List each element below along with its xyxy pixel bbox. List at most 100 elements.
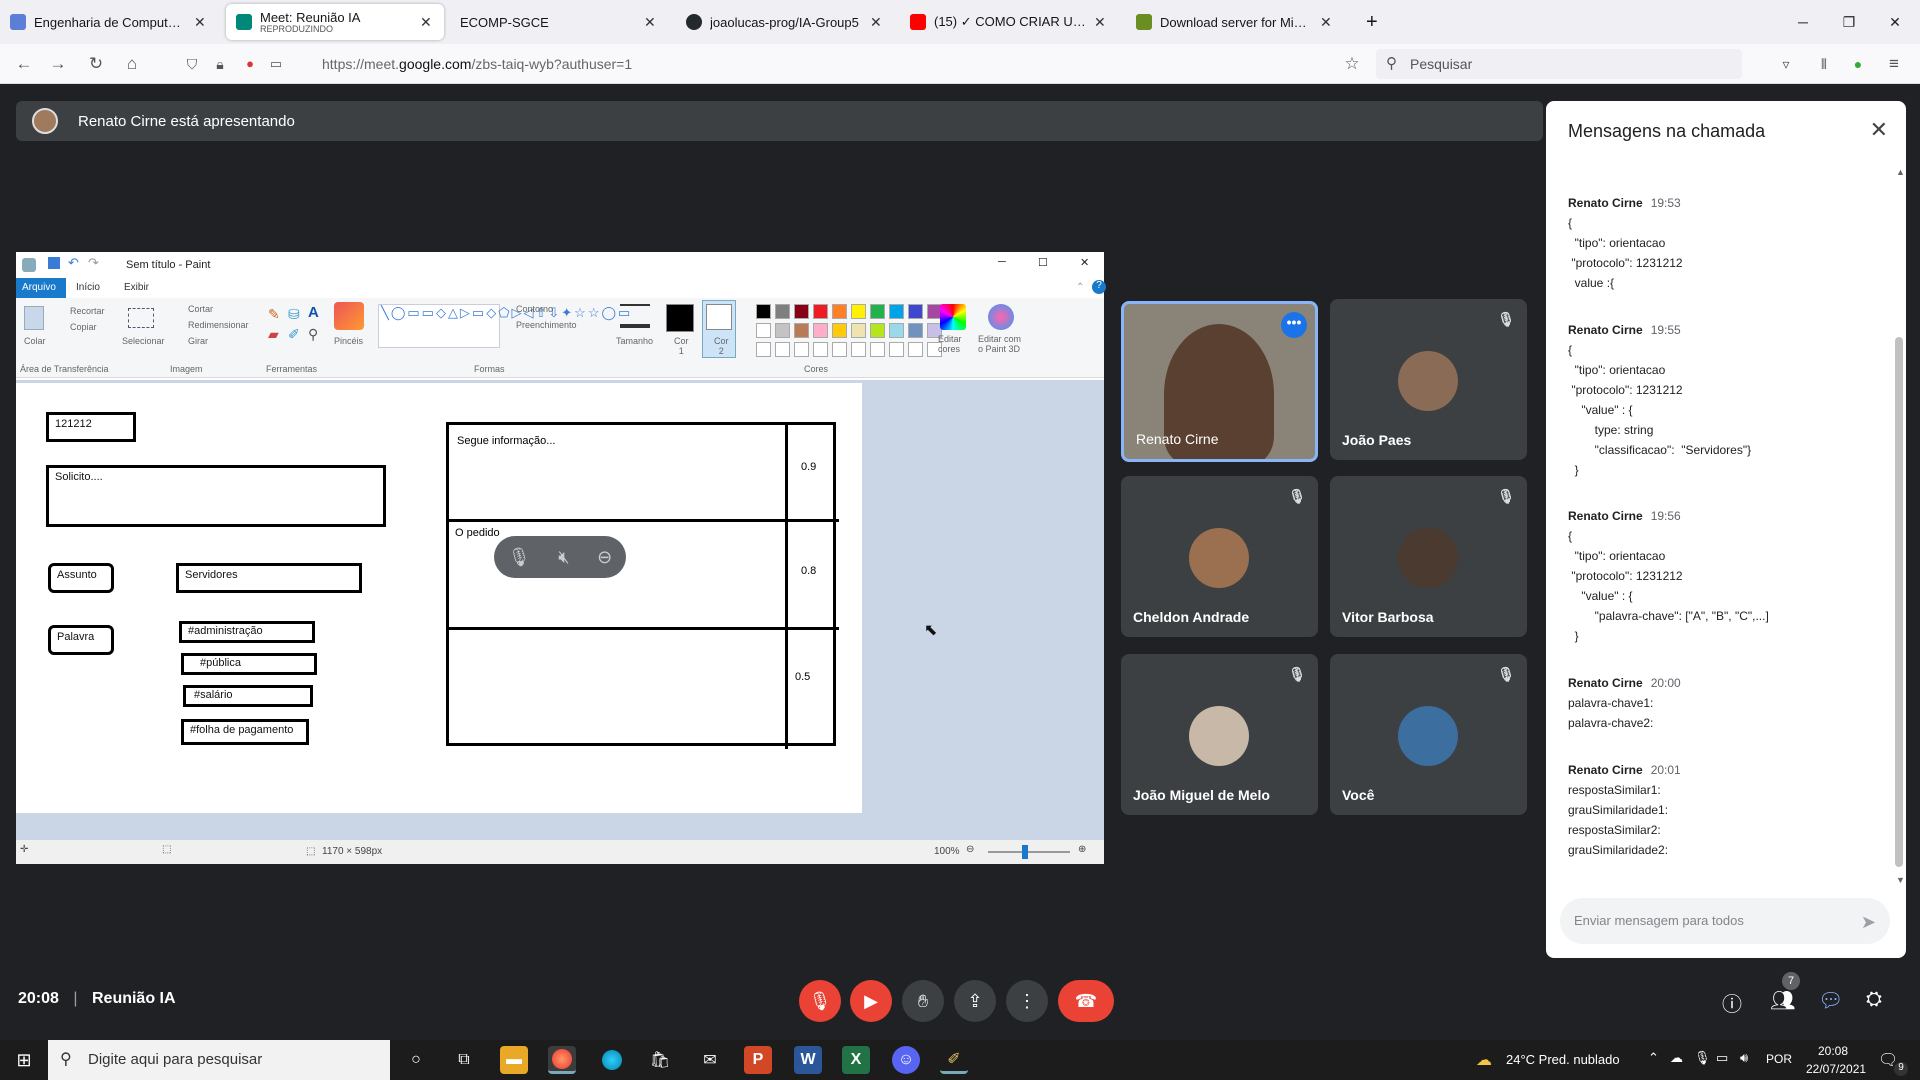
custom-color-swatch[interactable] — [889, 342, 904, 357]
custom-color-swatch[interactable] — [756, 342, 771, 357]
scroll-down-icon[interactable]: ▼ — [1896, 875, 1905, 885]
close-icon[interactable]: ✕ — [1094, 14, 1108, 31]
excel-icon[interactable]: X — [842, 1046, 870, 1074]
close-icon[interactable]: ✕ — [870, 14, 884, 31]
chat-icon[interactable]: 💬︎ — [1818, 988, 1843, 1013]
scroll-up-icon[interactable]: ▲ — [1896, 167, 1905, 177]
color-swatch[interactable] — [794, 304, 809, 319]
lock-icon[interactable]: 🔒︎ — [208, 52, 232, 76]
text-icon[interactable]: A — [308, 304, 319, 321]
participant-tile[interactable]: 🎙︎ João Miguel de Melo — [1121, 654, 1318, 815]
network-icon[interactable]: ▭ — [1716, 1050, 1728, 1066]
minimize-icon[interactable]: ─ — [998, 256, 1006, 268]
taskbar-time[interactable]: 20:08 — [1818, 1044, 1848, 1058]
custom-color-swatch[interactable] — [870, 342, 885, 357]
copy-button[interactable]: Copiar — [70, 322, 97, 332]
home-icon[interactable]: ⌂ — [120, 52, 144, 76]
participant-tile[interactable]: 🎙︎ Vitor Barbosa — [1330, 476, 1527, 637]
tab-youtube[interactable]: (15) ✓ COMO CRIAR UM SERVII ✕ — [900, 4, 1118, 40]
chevron-up-icon[interactable]: ⌃ — [1076, 282, 1084, 293]
fill-shape-button[interactable]: Preenchimento — [516, 320, 577, 330]
mail-icon[interactable]: ✉︎ — [696, 1046, 724, 1074]
send-icon[interactable]: ➤ — [1861, 912, 1876, 933]
reload-icon[interactable]: ↻ — [84, 52, 108, 76]
chat-scrollbar[interactable]: ▲ ▼ — [1894, 167, 1905, 887]
maximize-icon[interactable]: ☐ — [1038, 256, 1048, 269]
close-icon[interactable]: ✕ — [420, 14, 434, 31]
tab-minecraft[interactable]: Download server for Minecraft ✕ — [1126, 4, 1344, 40]
participant-tile[interactable]: 🎙︎ João Paes — [1330, 299, 1527, 460]
mic-icon[interactable]: ● — [238, 52, 262, 76]
weather-icon[interactable]: ☁︎ — [1476, 1050, 1492, 1070]
chat-message-input[interactable]: Enviar mensagem para todos — [1560, 898, 1890, 944]
browser-search-input[interactable]: ⚲ Pesquisar — [1376, 49, 1742, 79]
menu-icon[interactable]: ≡ — [1882, 52, 1906, 76]
color-swatch[interactable] — [832, 323, 847, 338]
edit-colors-button[interactable]: Editar cores — [938, 334, 962, 354]
camera-icon[interactable]: ▭ — [264, 52, 288, 76]
custom-color-swatch[interactable] — [794, 342, 809, 357]
mic-off-icon[interactable]: 🎙︎ — [508, 547, 531, 568]
close-icon[interactable]: ✕ — [194, 14, 208, 31]
more-options-icon[interactable]: ••• — [1281, 312, 1307, 338]
color-swatch[interactable] — [870, 323, 885, 338]
mic-off-button[interactable]: 🎙︎ — [799, 980, 841, 1022]
paste-button[interactable]: Colar — [24, 336, 46, 346]
save-icon[interactable] — [48, 257, 60, 269]
menu-arquivo[interactable]: Arquivo — [16, 278, 66, 298]
task-view-icon[interactable]: ⧉ — [450, 1046, 478, 1074]
edge-icon[interactable] — [598, 1046, 626, 1074]
resize-button[interactable]: Redimensionar — [188, 320, 249, 330]
fill-icon[interactable]: ⛁ — [288, 306, 300, 323]
store-icon[interactable]: 🛍︎ — [646, 1046, 674, 1074]
size-button[interactable]: Tamanho — [616, 336, 653, 346]
back-icon[interactable]: ← — [12, 52, 36, 76]
speaker-off-icon[interactable]: 🔇︎ — [558, 547, 569, 568]
firefox-icon[interactable] — [548, 1046, 576, 1074]
zoom-slider[interactable] — [988, 851, 1070, 853]
people-icon[interactable]: 👥︎ — [1770, 988, 1795, 1013]
tab-meet[interactable]: Meet: Reunião IA REPRODUZINDO ✕ — [226, 4, 444, 40]
select-button[interactable]: Selecionar — [122, 336, 165, 346]
custom-color-swatch[interactable] — [813, 342, 828, 357]
color-swatch[interactable] — [851, 323, 866, 338]
color-swatch[interactable] — [813, 323, 828, 338]
color-swatch[interactable] — [908, 304, 923, 319]
color-swatch[interactable] — [813, 304, 828, 319]
shapes-gallery[interactable]: ╲◯▭▭◇△▷▭◇⬠▷◁⇧⇩✦☆☆◯▭ — [378, 304, 630, 348]
camera-off-button[interactable]: ▶︎ — [850, 980, 892, 1022]
custom-color-swatch[interactable] — [908, 342, 923, 357]
eraser-icon[interactable]: ▰ — [268, 326, 279, 343]
microphone-icon[interactable]: 🎙︎ — [1694, 1050, 1711, 1066]
pencil-icon[interactable]: ✎ — [268, 306, 280, 323]
library-icon[interactable]: ⫴ — [1812, 52, 1836, 76]
taskbar-date[interactable]: 22/07/2021 — [1806, 1062, 1866, 1076]
paint3d-button[interactable]: Editar com o Paint 3D — [978, 334, 1021, 354]
close-icon[interactable]: ✕ — [1080, 256, 1089, 269]
menu-exibir[interactable]: Exibir — [124, 282, 149, 293]
color-swatch[interactable] — [756, 304, 771, 319]
color-picker-icon[interactable]: ✐ — [288, 326, 300, 343]
pocket-icon[interactable]: ▿ — [1774, 52, 1798, 76]
tab-ecomp[interactable]: ECOMP-SGCE ✕ — [450, 4, 668, 40]
color1-swatch[interactable] — [666, 304, 694, 332]
color-swatch[interactable] — [775, 323, 790, 338]
close-icon[interactable]: ✕ — [1870, 117, 1888, 143]
participant-tile[interactable]: 🎙︎ Você — [1330, 654, 1527, 815]
restore-icon[interactable]: ❐ — [1826, 0, 1872, 44]
bookmark-star-icon[interactable]: ☆ — [1340, 52, 1364, 76]
outline-button[interactable]: Contorno — [516, 304, 553, 314]
custom-color-swatch[interactable] — [832, 342, 847, 357]
custom-color-swatch[interactable] — [775, 342, 790, 357]
leave-call-button[interactable]: ☎︎ — [1058, 980, 1114, 1022]
color-swatch[interactable] — [832, 304, 847, 319]
zoom-slider-thumb[interactable] — [1022, 845, 1028, 859]
color-swatch[interactable] — [756, 323, 771, 338]
taskbar-search-input[interactable]: ⚲ Digite aqui para pesquisar — [48, 1040, 390, 1080]
zoom-out-icon[interactable]: ⊖ — [966, 844, 974, 855]
info-icon[interactable]: ⓘ — [1722, 988, 1742, 1017]
raise-hand-button[interactable]: ✋︎ — [902, 980, 944, 1022]
close-icon[interactable]: ✕ — [1320, 14, 1334, 31]
help-icon[interactable]: ? — [1092, 280, 1106, 294]
file-explorer-icon[interactable]: ▬ — [500, 1046, 528, 1074]
